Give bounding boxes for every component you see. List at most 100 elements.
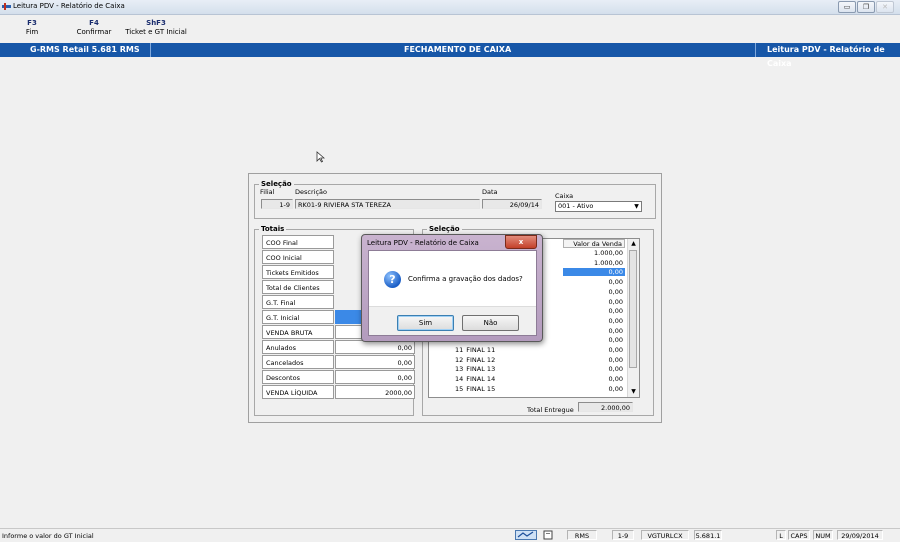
- totais-row: Descontos 0,00: [262, 370, 415, 385]
- question-icon: ?: [384, 271, 401, 288]
- list-item-number: 12: [455, 355, 464, 364]
- list-item-value[interactable]: 0,00: [563, 288, 625, 296]
- filial-label: Filial: [260, 188, 275, 196]
- list-item-value[interactable]: 1.000,00: [563, 259, 625, 267]
- totais-row-label: VENDA LÍQUIDA: [262, 385, 334, 399]
- filial-field[interactable]: 1-9: [261, 199, 293, 209]
- list-item[interactable]: 12 FINAL 12: [455, 356, 495, 364]
- totais-row-value[interactable]: 0,00: [335, 355, 415, 369]
- list-item-value[interactable]: 0,00: [563, 365, 625, 373]
- totais-row: VENDA LÍQUIDA 2000,00: [262, 385, 415, 400]
- network-icon: [515, 530, 537, 540]
- list-item[interactable]: 15 FINAL 15: [455, 385, 495, 393]
- minimize-icon: ▭: [843, 3, 851, 11]
- status-panel: RMS: [567, 530, 597, 540]
- fkey-code: ShF3: [146, 19, 166, 27]
- list-item[interactable]: 14 FINAL 14: [455, 375, 495, 383]
- header-band: G-RMS Retail 5.681 RMS FECHAMENTO DE CAI…: [0, 43, 900, 68]
- list-item[interactable]: 13 FINAL 13: [455, 365, 495, 373]
- status-bar: Informe o valor do GT Inicial RMS 1-9 VGTU…: [0, 528, 900, 542]
- function-key-toolbar: F3 Fim F4 Confirmar ShF3 Ticket e GT Ini…: [0, 15, 900, 42]
- totais-row-label: Cancelados: [262, 355, 334, 369]
- list-item-number: 14: [455, 375, 464, 384]
- list-item-value[interactable]: 0,00: [563, 278, 625, 286]
- list-item-value[interactable]: 0,00: [563, 385, 625, 393]
- selecao-group: Seleção Filial 1-9 Descrição RK01-9 RIVI…: [254, 180, 656, 219]
- header-divider: [150, 43, 151, 57]
- totais-row-value[interactable]: 2000,00: [335, 385, 415, 399]
- list-item-name: FINAL 11: [466, 346, 496, 354]
- data-label: Data: [482, 188, 498, 196]
- app-version: G-RMS Retail 5.681 RMS: [30, 45, 140, 54]
- fkey-code: F4: [89, 19, 99, 27]
- module-title: Leitura PDV - Relatório de Caixa: [767, 45, 885, 68]
- totais-row-label: G.T. Final: [262, 295, 334, 309]
- fkey-fim-button[interactable]: F3 Fim: [22, 19, 42, 37]
- totais-group-title: Totais: [259, 225, 287, 233]
- close-button[interactable]: ✕: [876, 1, 894, 13]
- fkey-label: Fim: [25, 28, 39, 36]
- list-item-value[interactable]: 0,00: [563, 346, 625, 354]
- caixa-label: Caixa: [555, 192, 574, 200]
- dropdown-arrow-icon[interactable]: ▼: [632, 202, 641, 211]
- list-item[interactable]: 11 FINAL 11: [455, 346, 495, 354]
- scroll-up-icon[interactable]: ▲: [628, 239, 639, 249]
- status-panel: NUM: [813, 530, 833, 540]
- totais-row-label: Descontos: [262, 370, 334, 384]
- total-entregue-field[interactable]: 2.000,00: [578, 402, 633, 412]
- list-item-name: FINAL 14: [466, 375, 496, 384]
- screen-title: FECHAMENTO DE CAIXA: [404, 45, 512, 54]
- total-entregue-label: Total Entregue: [527, 406, 574, 414]
- descricao-label: Descrição: [295, 188, 327, 196]
- nao-button[interactable]: Não: [462, 315, 519, 331]
- totais-row-label: G.T. Inicial: [262, 310, 334, 324]
- close-icon: ✕: [882, 3, 888, 11]
- sim-button[interactable]: Sim: [397, 315, 454, 331]
- list-item-value[interactable]: 0,00: [563, 298, 625, 306]
- list-item-name: FINAL 12: [466, 355, 496, 364]
- list-item-value[interactable]: 0,00: [563, 375, 625, 383]
- mouse-cursor-icon: [316, 151, 325, 163]
- dialog-body: ? Confirma a gravação dos dados? Sim Não: [368, 250, 537, 336]
- fkey-confirmar-button[interactable]: F4 Confirmar: [73, 19, 115, 37]
- dialog-message: Confirma a gravação dos dados?: [408, 275, 523, 283]
- list-item-value[interactable]: 0,00: [563, 317, 625, 325]
- list-scrollbar[interactable]: ▲ ▼: [627, 239, 639, 397]
- list-item-value[interactable]: 0,00: [563, 356, 625, 364]
- app-icon: [2, 3, 11, 10]
- fkey-ticket-gt-button[interactable]: ShF3 Ticket e GT Inicial: [124, 19, 188, 37]
- dialog-title: Leitura PDV - Relatório de Caixa: [367, 239, 479, 247]
- scroll-thumb[interactable]: [629, 250, 637, 368]
- document-icon: [543, 530, 553, 540]
- list-item-value[interactable]: 0,00: [563, 336, 625, 344]
- valor-venda-column-header[interactable]: Valor da Venda: [563, 239, 625, 248]
- status-panel: 5.681.1: [694, 530, 722, 540]
- maximize-button[interactable]: ❐: [857, 1, 875, 13]
- totais-row-value[interactable]: 0,00: [335, 370, 415, 384]
- status-panel: CAPS: [788, 530, 810, 540]
- totais-row-label: Tickets Emitidos: [262, 265, 334, 279]
- confirm-dialog[interactable]: Leitura PDV - Relatório de Caixa x ? Con…: [361, 234, 543, 342]
- window-title-bar[interactable]: Leitura PDV - Relatório de Caixa ▭ ❐ ✕: [0, 0, 900, 15]
- list-item-value[interactable]: 0,00: [563, 307, 625, 315]
- descricao-field[interactable]: RK01-9 RIVIERA STA TEREZA: [295, 199, 480, 209]
- data-field[interactable]: 26/09/14: [482, 199, 542, 209]
- totais-row-label: Total de Clientes: [262, 280, 334, 294]
- minimize-button[interactable]: ▭: [838, 1, 856, 13]
- dialog-close-button[interactable]: x: [505, 235, 537, 249]
- scroll-down-icon[interactable]: ▼: [628, 387, 639, 397]
- totais-row-value[interactable]: 0,00: [335, 340, 415, 354]
- list-item-value[interactable]: 0,00: [563, 327, 625, 335]
- restore-icon: ❐: [862, 3, 870, 11]
- totais-row-label: VENDA BRUTA: [262, 325, 334, 339]
- list-item-value[interactable]: 1.000,00: [563, 249, 625, 257]
- list-item-number: 15: [455, 384, 464, 393]
- caixa-select[interactable]: 001 - Ativo ▼: [555, 201, 642, 212]
- list-item-value[interactable]: 0,00: [563, 268, 625, 277]
- status-panel: 1-9: [612, 530, 634, 540]
- list-item-name: FINAL 13: [466, 365, 496, 374]
- fkey-label: Confirmar: [76, 28, 112, 36]
- list-item-number: 13: [455, 365, 464, 374]
- status-panel: L: [776, 530, 786, 540]
- totais-row-label: Anulados: [262, 340, 334, 354]
